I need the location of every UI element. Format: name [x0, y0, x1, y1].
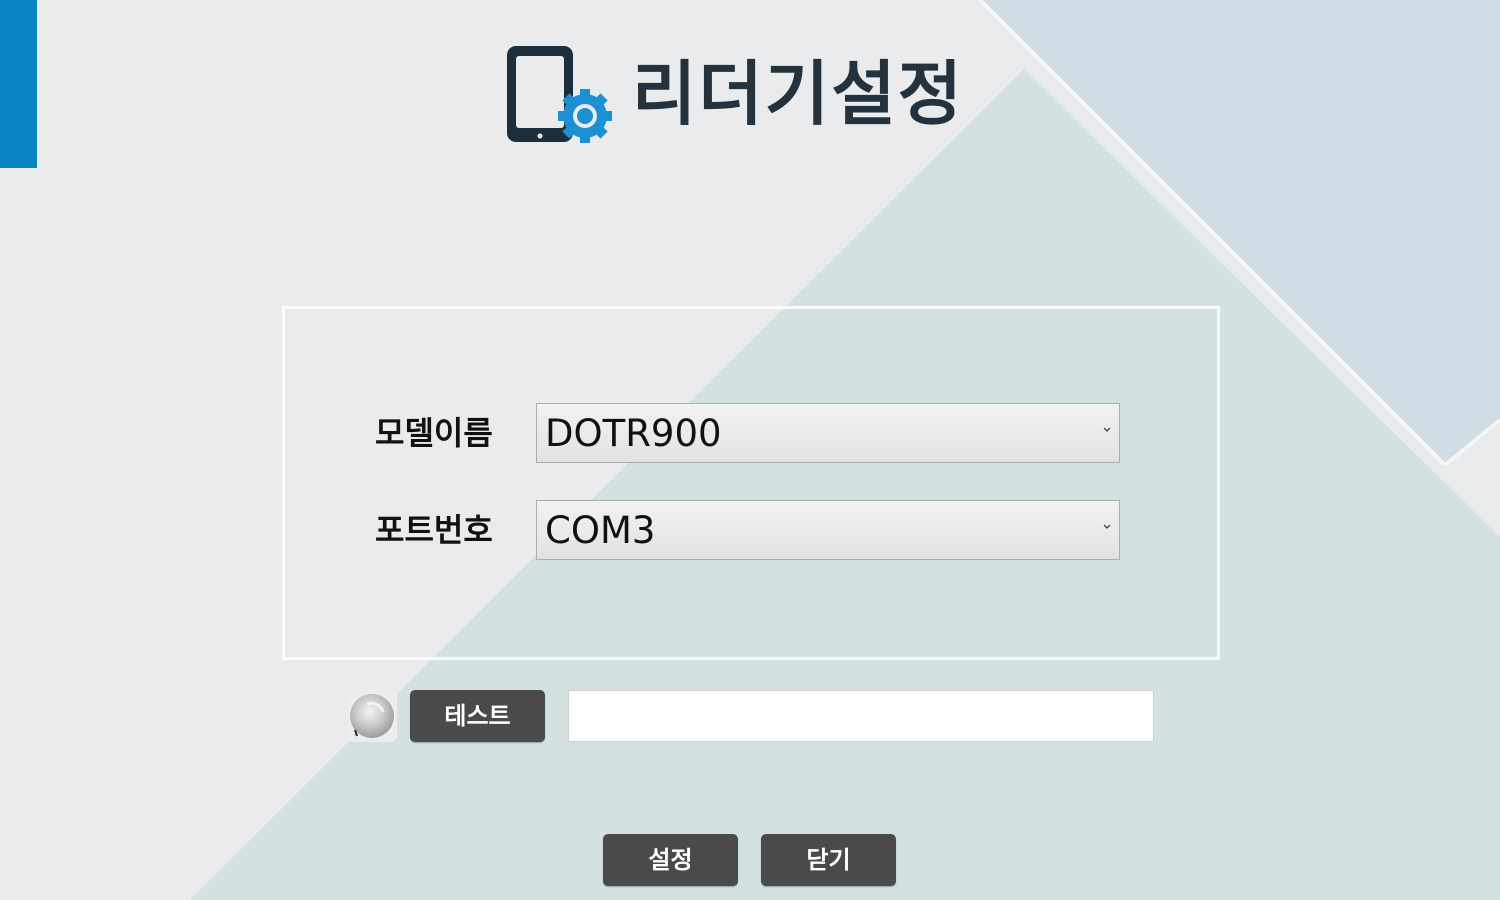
page-title: 리더기설정: [632, 53, 964, 135]
status-light-icon: [347, 690, 397, 742]
port-number-label: 포트번호: [375, 511, 493, 549]
settings-panel: [282, 306, 1220, 660]
test-button[interactable]: 테스트: [410, 690, 545, 742]
accent-strip: [0, 0, 37, 168]
test-result-field[interactable]: [568, 690, 1154, 742]
model-name-label: 모델이름: [375, 414, 493, 452]
page-header: 리더기설정: [500, 38, 1020, 150]
port-number-value: COM3: [545, 509, 656, 552]
chevron-down-icon: [1103, 524, 1111, 529]
set-button[interactable]: 설정: [603, 834, 738, 886]
tablet-gear-icon: [507, 46, 612, 143]
port-number-select[interactable]: COM3: [536, 500, 1120, 560]
model-name-select[interactable]: DOTR900: [536, 403, 1120, 463]
close-button[interactable]: 닫기: [761, 834, 896, 886]
chevron-down-icon: [1103, 427, 1111, 432]
model-name-value: DOTR900: [545, 412, 722, 455]
